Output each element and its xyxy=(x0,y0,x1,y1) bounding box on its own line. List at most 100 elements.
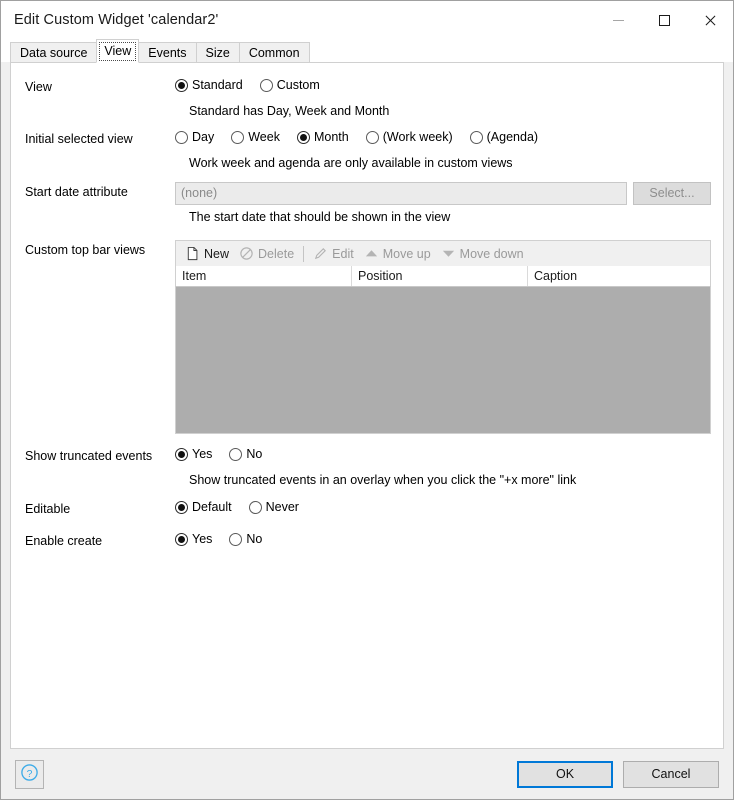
tab-data-source[interactable]: Data source xyxy=(10,42,98,63)
custom-top-bar-views-toolbar: New Delete Edit Move up Move down xyxy=(175,240,711,266)
radio-label: Yes xyxy=(192,447,213,461)
radio-show-truncated-no[interactable]: No xyxy=(229,446,262,462)
radio-label: Yes xyxy=(192,532,213,546)
radio-indicator-icon xyxy=(175,447,188,461)
maximize-button[interactable] xyxy=(641,1,687,39)
radio-label: Day xyxy=(192,130,215,144)
radio-initial-view-week[interactable]: Week xyxy=(231,129,280,145)
start-date-attribute-hint: The start date that should be shown in t… xyxy=(189,210,451,224)
tab-size[interactable]: Size xyxy=(195,42,240,63)
row-show-truncated-events: Show truncated events Yes No xyxy=(11,446,723,468)
delete-prohibit-icon xyxy=(239,246,254,261)
radio-view-custom[interactable]: Custom xyxy=(259,77,320,93)
tab-panel-view: View Standard Custom Standard has Day, W… xyxy=(10,62,724,749)
tab-label: Size xyxy=(205,46,230,60)
radio-indicator-icon xyxy=(229,447,243,461)
toolbar-item-label: Move up xyxy=(382,246,431,261)
radio-initial-view-agenda[interactable]: (Agenda) xyxy=(469,129,539,145)
toolbar-move-up-button[interactable]: Move up xyxy=(359,243,436,265)
start-date-select-button[interactable]: Select... xyxy=(633,182,711,205)
svg-text:?: ? xyxy=(27,769,33,780)
custom-top-bar-views-grid-header: Item Position Caption xyxy=(175,266,711,287)
initial-selected-view-radio-group: Day Week Month (Work week) (Agenda) xyxy=(175,129,711,145)
radio-label: Default xyxy=(192,500,232,514)
column-header-caption[interactable]: Caption xyxy=(528,266,710,286)
show-truncated-events-label: Show truncated events xyxy=(25,449,153,463)
minimize-button[interactable] xyxy=(595,1,641,39)
radio-label: Week xyxy=(248,130,280,144)
close-icon xyxy=(704,14,717,27)
cancel-button[interactable]: Cancel xyxy=(623,760,719,788)
view-radio-group: Standard Custom xyxy=(175,77,711,93)
radio-label: (Work week) xyxy=(382,130,453,144)
start-date-attribute-line: (none) Select... xyxy=(175,182,711,205)
radio-label: No xyxy=(246,532,263,546)
radio-label: Standard xyxy=(192,78,243,92)
toolbar-move-down-button[interactable]: Move down xyxy=(436,243,529,265)
tab-label: Events xyxy=(148,46,187,60)
maximize-icon xyxy=(658,14,670,26)
toolbar-item-label: New xyxy=(204,246,230,261)
tab-label: Data source xyxy=(20,46,88,60)
toolbar-edit-button[interactable]: Edit xyxy=(308,243,359,265)
help-button[interactable]: ? xyxy=(15,759,44,789)
tab-events[interactable]: Events xyxy=(138,42,197,63)
column-header-item[interactable]: Item xyxy=(176,266,352,286)
window-title: Edit Custom Widget 'calendar2' xyxy=(14,12,219,28)
radio-enable-create-no[interactable]: No xyxy=(229,531,262,547)
enable-create-field: Yes No xyxy=(175,531,723,547)
title-bar: Edit Custom Widget 'calendar2' xyxy=(1,1,733,39)
editable-label: Editable xyxy=(25,502,71,516)
radio-editable-default[interactable]: Default xyxy=(175,499,232,515)
custom-top-bar-views-field: New Delete Edit Move up Move down Item P… xyxy=(175,240,723,434)
editable-radio-group: Default Never xyxy=(175,499,711,515)
tab-view[interactable]: View xyxy=(96,39,140,63)
radio-indicator-icon xyxy=(259,78,273,92)
radio-label: Month xyxy=(313,130,349,144)
initial-selected-view-field: Day Week Month (Work week) (Agenda) xyxy=(175,129,723,145)
tab-label: View xyxy=(104,44,132,58)
radio-initial-view-work-week[interactable]: (Work week) xyxy=(365,129,453,145)
view-hint: Standard has Day, Week and Month xyxy=(189,104,390,118)
radio-indicator-icon xyxy=(469,130,483,144)
radio-enable-create-yes[interactable]: Yes xyxy=(175,531,212,547)
radio-indicator-icon xyxy=(175,130,188,144)
view-label: View xyxy=(25,80,52,94)
row-custom-top-bar-views: Custom top bar views New Delete Edit Mov… xyxy=(11,240,723,434)
move-down-triangle-icon xyxy=(441,246,456,261)
start-date-attribute-input[interactable]: (none) xyxy=(175,182,627,205)
move-up-triangle-icon xyxy=(364,246,379,261)
radio-indicator-icon xyxy=(229,532,243,546)
row-initial-selected-view: Initial selected view Day Week Month (Wo… xyxy=(11,129,723,151)
radio-indicator-icon xyxy=(175,500,188,514)
minimize-icon xyxy=(612,19,624,21)
edit-pencil-icon xyxy=(313,246,328,261)
radio-label: (Agenda) xyxy=(486,130,539,144)
ok-button[interactable]: OK xyxy=(517,760,613,788)
toolbar-new-button[interactable]: New xyxy=(180,243,234,265)
radio-show-truncated-yes[interactable]: Yes xyxy=(175,446,212,462)
row-editable: Editable Default Never xyxy=(11,499,723,521)
column-header-position[interactable]: Position xyxy=(352,266,528,286)
custom-top-bar-views-list[interactable] xyxy=(175,287,711,434)
toolbar-separator xyxy=(303,245,305,262)
tab-common[interactable]: Common xyxy=(238,42,310,63)
editable-field: Default Never xyxy=(175,499,723,515)
start-date-attribute-label: Start date attribute xyxy=(25,185,128,199)
initial-selected-view-label: Initial selected view xyxy=(25,132,133,146)
enable-create-radio-group: Yes No xyxy=(175,531,711,547)
dialog-footer: ? OK Cancel xyxy=(1,749,733,799)
close-button[interactable] xyxy=(687,1,733,39)
radio-editable-never[interactable]: Never xyxy=(248,499,299,515)
radio-initial-view-day[interactable]: Day xyxy=(175,129,214,145)
show-truncated-events-radio-group: Yes No xyxy=(175,446,711,462)
toolbar-delete-button[interactable]: Delete xyxy=(234,243,299,265)
tab-strip-container: Data source View Events Size Common xyxy=(1,39,733,63)
radio-indicator-icon xyxy=(248,500,262,514)
radio-view-standard[interactable]: Standard xyxy=(175,77,243,93)
toolbar-item-label: Edit xyxy=(332,246,354,261)
radio-initial-view-month[interactable]: Month xyxy=(296,129,349,145)
start-date-attribute-field: (none) Select... xyxy=(175,182,723,205)
row-view: View Standard Custom xyxy=(11,77,723,99)
enable-create-label: Enable create xyxy=(25,534,103,548)
